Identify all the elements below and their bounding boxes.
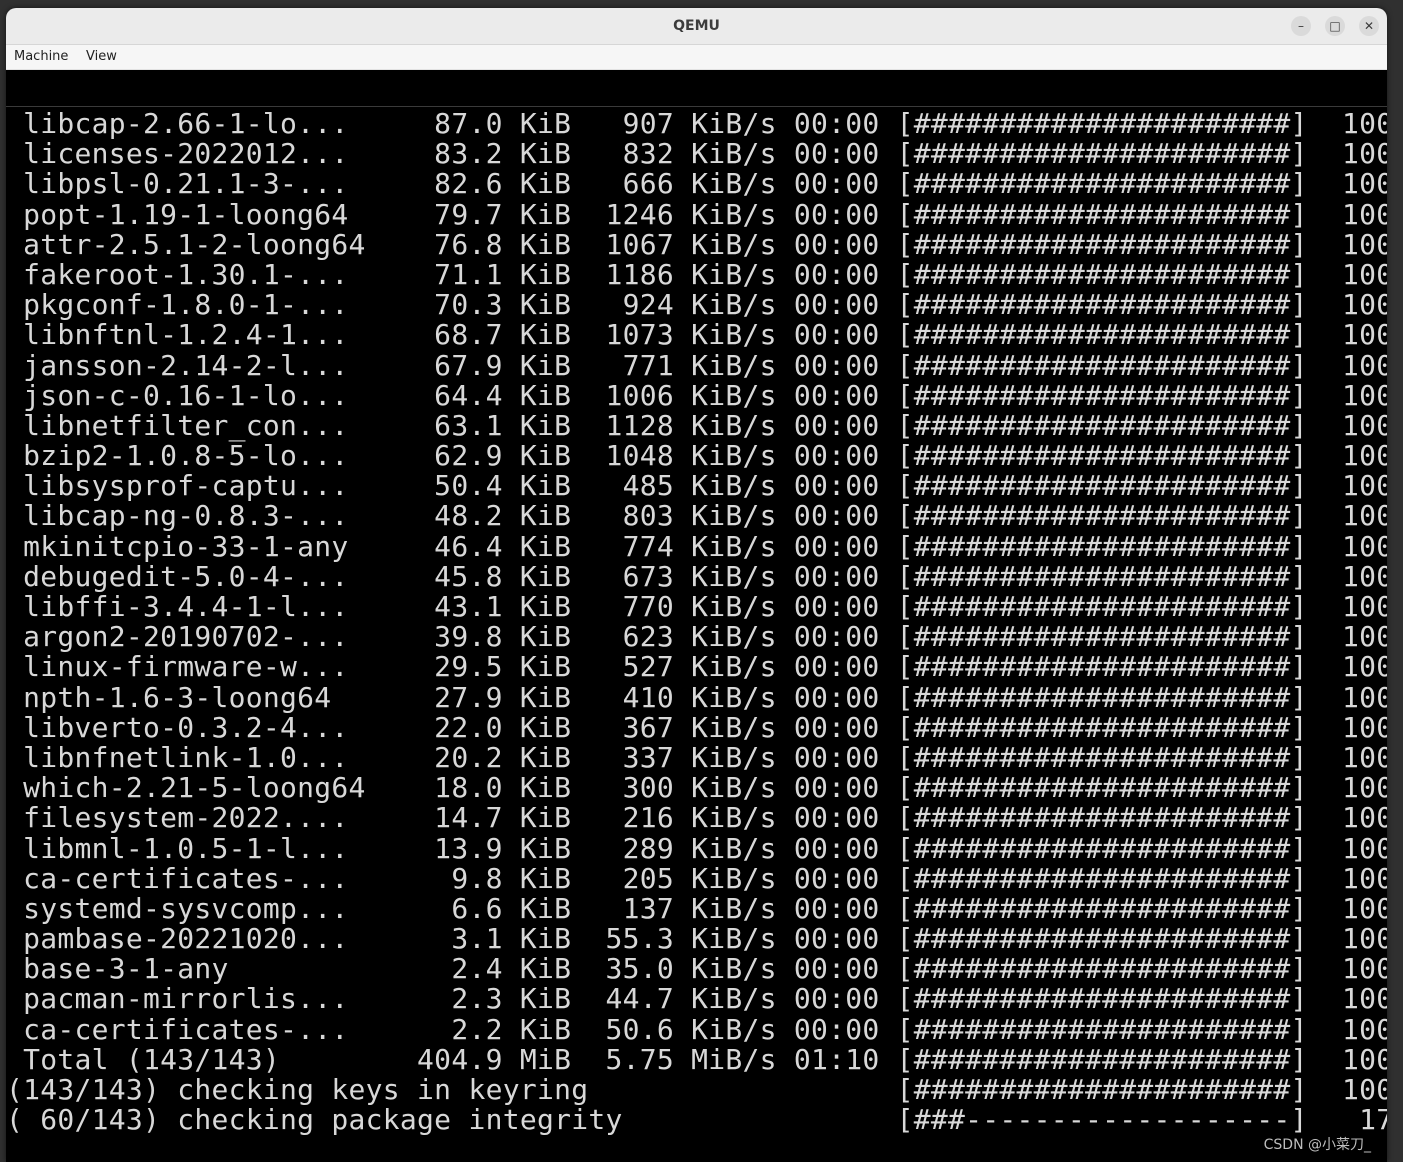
menu-view[interactable]: View: [86, 45, 117, 69]
terminal-line: libnftnl-1.2.4-1... 68.7 KiB 1073 KiB/s …: [6, 320, 1387, 350]
terminal-line: ( 60/143) checking package integrity [##…: [6, 1105, 1387, 1135]
terminal-line: pkgconf-1.8.0-1-... 70.3 KiB 924 KiB/s 0…: [6, 290, 1387, 320]
terminal-line: json-c-0.16-1-lo... 64.4 KiB 1006 KiB/s …: [6, 381, 1387, 411]
terminal-line: libmnl-1.0.5-1-l... 13.9 KiB 289 KiB/s 0…: [6, 834, 1387, 864]
terminal-line: ca-certificates-... 2.2 KiB 50.6 KiB/s 0…: [6, 1015, 1387, 1045]
terminal-line: mkinitcpio-33-1-any 46.4 KiB 774 KiB/s 0…: [6, 532, 1387, 562]
terminal-line: bzip2-1.0.8-5-lo... 62.9 KiB 1048 KiB/s …: [6, 441, 1387, 471]
terminal-line: libffi-3.4.4-1-l... 43.1 KiB 770 KiB/s 0…: [6, 592, 1387, 622]
terminal-line: libnfnetlink-1.0... 20.2 KiB 337 KiB/s 0…: [6, 743, 1387, 773]
terminal-line: licenses-2022012... 83.2 KiB 832 KiB/s 0…: [6, 139, 1387, 169]
terminal-line: libsysprof-captu... 50.4 KiB 485 KiB/s 0…: [6, 471, 1387, 501]
maximize-button[interactable]: □: [1325, 16, 1345, 36]
terminal-line: (143/143) checking keys in keyring [####…: [6, 1075, 1387, 1105]
window-title: QEMU: [6, 8, 1387, 44]
terminal-line: libverto-0.3.2-4... 22.0 KiB 367 KiB/s 0…: [6, 713, 1387, 743]
terminal-output: libcap-2.66-1-lo... 87.0 KiB 907 KiB/s 0…: [6, 109, 1387, 1135]
terminal-line: popt-1.19-1-loong64 79.7 KiB 1246 KiB/s …: [6, 200, 1387, 230]
terminal-line: filesystem-2022.... 14.7 KiB 216 KiB/s 0…: [6, 803, 1387, 833]
terminal-line: debugedit-5.0-4-... 45.8 KiB 673 KiB/s 0…: [6, 562, 1387, 592]
terminal-line: pacman-mirrorlis... 2.3 KiB 44.7 KiB/s 0…: [6, 984, 1387, 1014]
terminal-line: libcap-ng-0.8.3-... 48.2 KiB 803 KiB/s 0…: [6, 501, 1387, 531]
terminal-line: which-2.21-5-loong64 18.0 KiB 300 KiB/s …: [6, 773, 1387, 803]
terminal-line: npth-1.6-3-loong64 27.9 KiB 410 KiB/s 00…: [6, 683, 1387, 713]
terminal-line: attr-2.5.1-2-loong64 76.8 KiB 1067 KiB/s…: [6, 230, 1387, 260]
desktop-background: QEMU – □ ✕ Machine View libcap-2.66-1-lo…: [0, 0, 1403, 1162]
terminal-line: systemd-sysvcomp... 6.6 KiB 137 KiB/s 00…: [6, 894, 1387, 924]
title-bar[interactable]: QEMU – □ ✕: [6, 8, 1387, 45]
terminal-line: libnetfilter_con... 63.1 KiB 1128 KiB/s …: [6, 411, 1387, 441]
terminal-line: fakeroot-1.30.1-... 71.1 KiB 1186 KiB/s …: [6, 260, 1387, 290]
menu-bar: Machine View: [6, 45, 1387, 70]
terminal-line: pambase-20221020... 3.1 KiB 55.3 KiB/s 0…: [6, 924, 1387, 954]
terminal-line: libcap-2.66-1-lo... 87.0 KiB 907 KiB/s 0…: [6, 109, 1387, 139]
terminal-line: argon2-20190702-... 39.8 KiB 623 KiB/s 0…: [6, 622, 1387, 652]
terminal-line: ca-certificates-... 9.8 KiB 205 KiB/s 00…: [6, 864, 1387, 894]
qemu-window: QEMU – □ ✕ Machine View libcap-2.66-1-lo…: [6, 8, 1387, 1162]
minimize-button[interactable]: –: [1291, 16, 1311, 36]
watermark: CSDN @小菜刀_: [1264, 1134, 1371, 1154]
terminal-line: base-3-1-any 2.4 KiB 35.0 KiB/s 00:00 [#…: [6, 954, 1387, 984]
close-button[interactable]: ✕: [1359, 16, 1379, 36]
vm-display[interactable]: libcap-2.66-1-lo... 87.0 KiB 907 KiB/s 0…: [6, 70, 1387, 1162]
terminal-line: linux-firmware-w... 29.5 KiB 527 KiB/s 0…: [6, 652, 1387, 682]
terminal-line: jansson-2.14-2-l... 67.9 KiB 771 KiB/s 0…: [6, 351, 1387, 381]
terminal-line: Total (143/143) 404.9 MiB 5.75 MiB/s 01:…: [6, 1045, 1387, 1075]
menu-machine[interactable]: Machine: [14, 45, 68, 69]
terminal-line: libpsl-0.21.1-3-... 82.6 KiB 666 KiB/s 0…: [6, 169, 1387, 199]
